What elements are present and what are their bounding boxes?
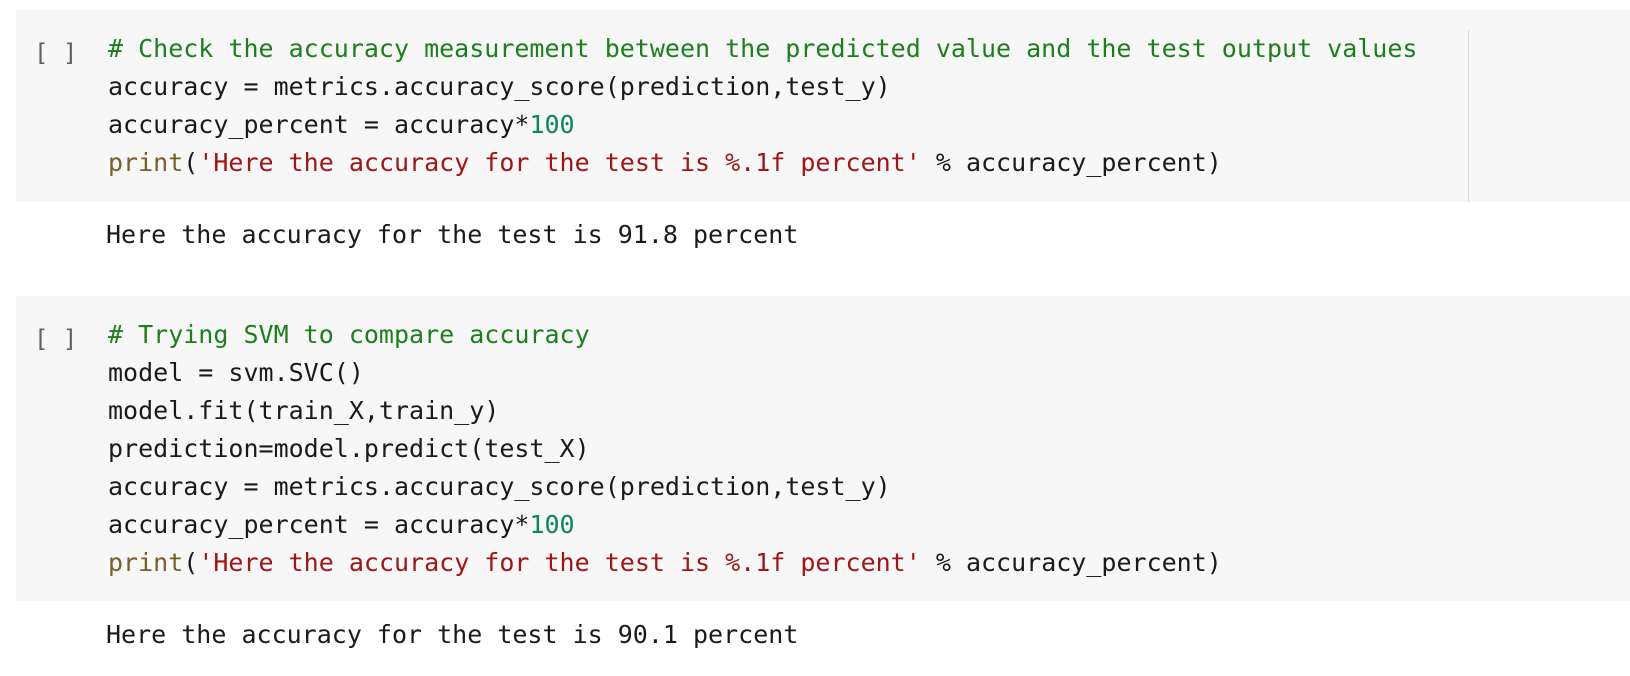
code-cell-2[interactable]: [ ] # Trying SVM to compare accuracy mod…	[16, 296, 1630, 601]
code-line: print('Here the accuracy for the test is…	[108, 144, 1417, 182]
code-text: accuracy_percent = accuracy*	[108, 110, 530, 139]
code-comment: # Check the accuracy measurement between…	[108, 34, 1418, 63]
code-line: prediction=model.predict(test_X)	[108, 430, 1222, 468]
code-line: # Check the accuracy measurement between…	[108, 30, 1417, 68]
code-builtin: print	[108, 548, 184, 577]
code-text: accuracy = metrics.accuracy_score(predic…	[108, 72, 891, 101]
code-text: accuracy = metrics.accuracy_score(predic…	[108, 472, 891, 501]
code-line: accuracy_percent = accuracy*100	[108, 106, 1417, 144]
code-line: accuracy = metrics.accuracy_score(predic…	[108, 468, 1222, 506]
code-comment: # Trying SVM to compare accuracy	[108, 320, 590, 349]
code-text: (	[183, 148, 199, 177]
code-editor[interactable]: # Check the accuracy measurement between…	[108, 30, 1417, 182]
code-text: model.fit(train_X,train_y)	[108, 396, 500, 425]
code-line: accuracy = metrics.accuracy_score(predic…	[108, 68, 1417, 106]
code-cell-1[interactable]: [ ] # Check the accuracy measurement bet…	[16, 10, 1630, 202]
code-string: 'Here the accuracy for the test is %.1f …	[198, 148, 921, 177]
code-number: 100	[529, 510, 575, 539]
code-line: model = svm.SVC()	[108, 354, 1222, 392]
run-cell-button[interactable]: [ ]	[34, 37, 94, 69]
code-line: # Trying SVM to compare accuracy	[108, 316, 1222, 354]
code-text: (	[183, 548, 199, 577]
code-text: % accuracy_percent)	[920, 148, 1222, 177]
run-cell-button[interactable]: [ ]	[34, 323, 94, 355]
code-editor[interactable]: # Trying SVM to compare accuracy model =…	[108, 316, 1222, 582]
cell-output-1: Here the accuracy for the test is 91.8 p…	[106, 220, 799, 249]
code-number: 100	[529, 110, 575, 139]
code-text: model = svm.SVC()	[108, 358, 364, 387]
code-line: accuracy_percent = accuracy*100	[108, 506, 1222, 544]
code-line: print('Here the accuracy for the test is…	[108, 544, 1222, 582]
code-text: % accuracy_percent)	[920, 548, 1222, 577]
line-length-ruler	[1468, 30, 1469, 202]
cell-output-2: Here the accuracy for the test is 90.1 p…	[106, 620, 799, 649]
code-builtin: print	[108, 148, 184, 177]
code-text: prediction=model.predict(test_X)	[108, 434, 590, 463]
code-line: model.fit(train_X,train_y)	[108, 392, 1222, 430]
code-string: 'Here the accuracy for the test is %.1f …	[198, 548, 921, 577]
code-text: accuracy_percent = accuracy*	[108, 510, 530, 539]
